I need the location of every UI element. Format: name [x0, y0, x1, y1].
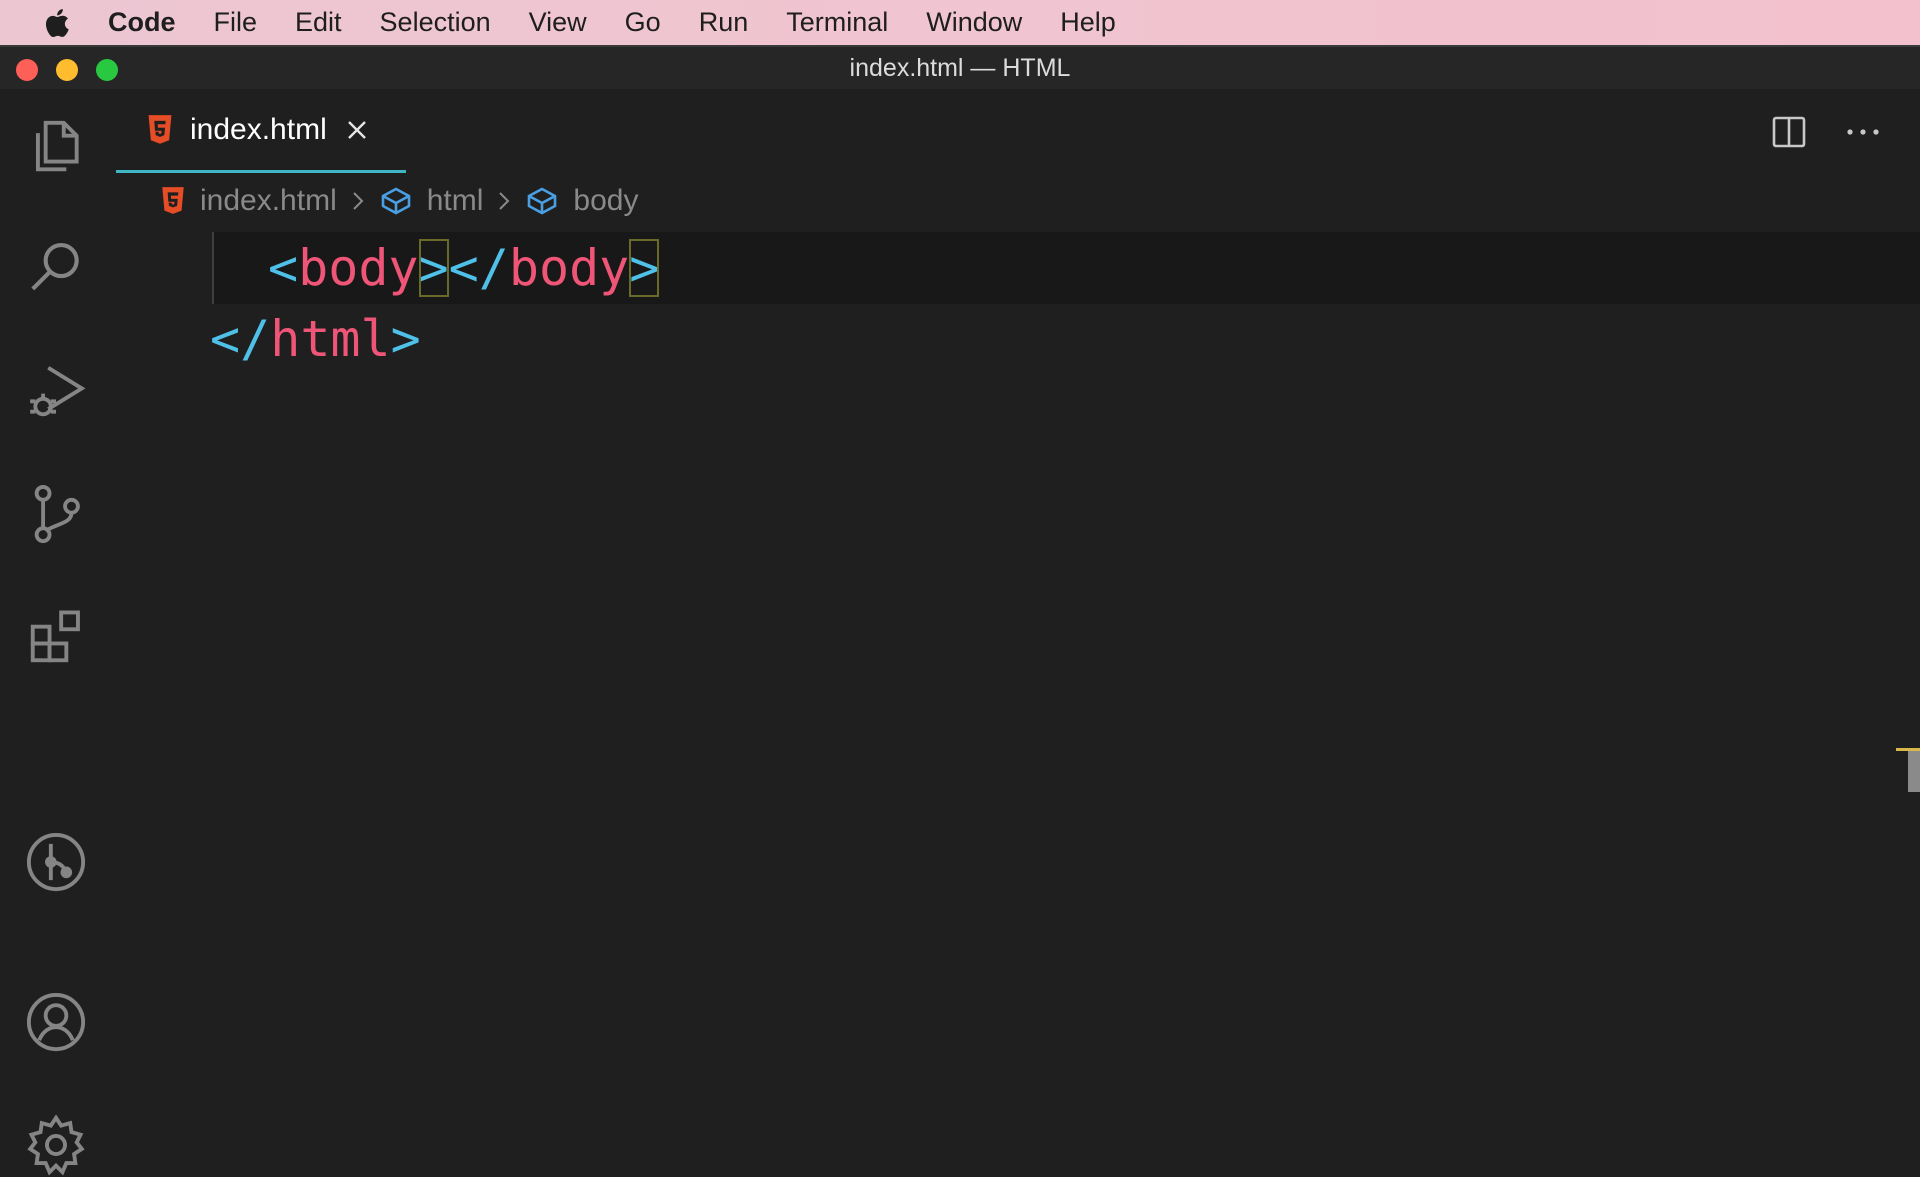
activity-bar: [0, 89, 114, 1176]
chevron-right-icon: [499, 192, 510, 210]
settings-gear-icon[interactable]: [24, 1113, 88, 1177]
tab-index-html[interactable]: index.html: [116, 89, 406, 173]
apple-logo-icon[interactable]: [42, 6, 70, 40]
html5-file-icon: [162, 187, 184, 214]
menu-view[interactable]: View: [529, 7, 587, 38]
menu-code[interactable]: Code: [108, 7, 176, 38]
symbol-element-icon: [528, 187, 557, 215]
more-actions-icon[interactable]: [1846, 127, 1880, 137]
editor-actions: [1772, 89, 1920, 175]
run-debug-icon[interactable]: [24, 359, 88, 423]
code-editor[interactable]: <body></body> </html>: [114, 232, 1920, 1080]
menu-edit[interactable]: Edit: [295, 7, 342, 38]
menu-file[interactable]: File: [214, 7, 258, 38]
split-editor-icon[interactable]: [1772, 115, 1806, 149]
code-line-2[interactable]: </html>: [210, 303, 421, 375]
account-icon[interactable]: [24, 990, 88, 1054]
breadcrumb-body-label: body: [573, 184, 639, 217]
tab-label: index.html: [190, 112, 327, 146]
overview-ruler-marker: [1896, 748, 1920, 792]
window-title-bar: index.html — HTML: [0, 45, 1920, 89]
editor-tab-bar: index.html: [114, 89, 1920, 175]
breadcrumb-html[interactable]: html: [379, 184, 484, 218]
explorer-icon[interactable]: [24, 114, 88, 178]
menu-help[interactable]: Help: [1060, 7, 1116, 38]
chevron-right-icon: [353, 192, 364, 210]
breadcrumb-file[interactable]: index.html: [160, 184, 337, 218]
menu-terminal[interactable]: Terminal: [786, 7, 888, 38]
symbol-element-icon: [381, 187, 411, 215]
menu-run[interactable]: Run: [699, 7, 749, 38]
breadcrumb-body[interactable]: body: [525, 184, 638, 218]
breadcrumb-html-label: html: [426, 184, 484, 217]
source-control-icon[interactable]: [24, 482, 88, 546]
menu-window[interactable]: Window: [926, 7, 1022, 38]
close-tab-icon[interactable]: [345, 118, 369, 142]
html5-file-icon: [148, 114, 172, 144]
search-icon[interactable]: [24, 235, 88, 299]
window-title: index.html — HTML: [849, 54, 1071, 82]
macos-menu-bar: Code File Edit Selection View Go Run Ter…: [0, 0, 1920, 45]
code-line-1[interactable]: <body></body>: [268, 232, 660, 304]
menu-go[interactable]: Go: [625, 7, 661, 38]
extensions-icon[interactable]: [24, 605, 88, 669]
indent-guide: [212, 232, 214, 304]
breadcrumb-file-label: index.html: [200, 184, 337, 217]
menu-selection[interactable]: Selection: [380, 7, 491, 38]
breadcrumb: index.html html body: [160, 178, 638, 224]
git-graph-icon[interactable]: [24, 830, 88, 894]
